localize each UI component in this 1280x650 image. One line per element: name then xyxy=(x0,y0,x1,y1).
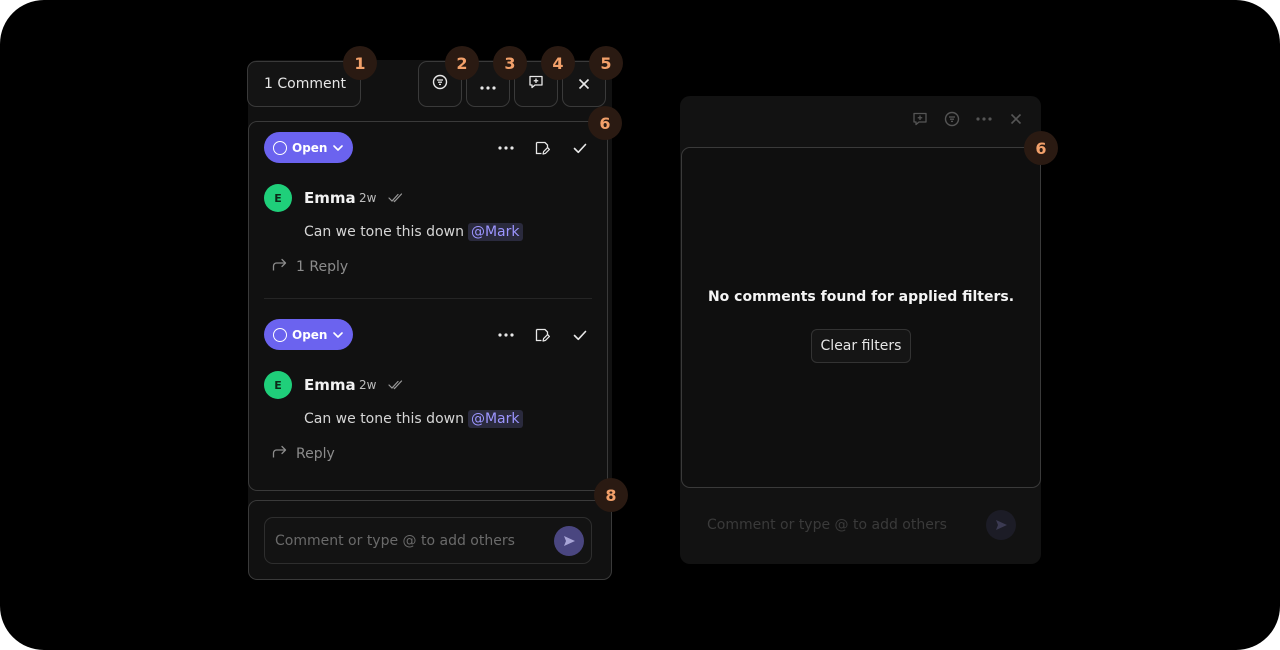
avatar: E xyxy=(264,184,292,212)
comment-message: Can we tone this down xyxy=(304,224,464,240)
check-icon[interactable] xyxy=(569,137,591,159)
check-icon[interactable] xyxy=(569,324,591,346)
annotation-badge: 5 xyxy=(589,46,623,80)
comment-text: Can we tone this down @Mark xyxy=(304,410,523,428)
comment-time: 2w xyxy=(359,378,377,392)
annotation-badge: 6 xyxy=(588,106,622,140)
reply-arrow-icon xyxy=(272,258,288,276)
reply-button[interactable]: Reply xyxy=(272,445,335,463)
status-circle-icon xyxy=(273,140,287,155)
send-button[interactable] xyxy=(986,510,1016,540)
filter-icon xyxy=(432,74,448,94)
annotation-badge: 6 xyxy=(1024,131,1058,165)
close-icon xyxy=(578,75,590,94)
filter-icon[interactable] xyxy=(941,108,963,130)
comment-count-label: 1 Comment xyxy=(264,76,346,92)
thread-divider xyxy=(264,298,592,299)
empty-comment-list xyxy=(681,147,1041,488)
empty-state-message: No comments found for applied filters. xyxy=(707,289,1015,305)
chevron-down-icon xyxy=(333,331,344,338)
status-dropdown[interactable]: Open xyxy=(264,319,353,350)
reply-label: 1 Reply xyxy=(296,259,349,275)
double-check-icon xyxy=(385,187,407,209)
more-horizontal-icon[interactable] xyxy=(495,324,517,346)
screen-frame: 1 Comment Open E Emma 2w Can we tone thi… xyxy=(0,0,1280,650)
more-horizontal-icon[interactable] xyxy=(973,108,995,130)
comment-message: Can we tone this down xyxy=(304,411,464,427)
clear-filters-label: Clear filters xyxy=(820,338,902,354)
annotation-badge: 4 xyxy=(541,46,575,80)
author-name: Emma xyxy=(304,376,356,394)
chevron-down-icon xyxy=(333,144,344,151)
avatar: E xyxy=(264,371,292,399)
add-comment-icon xyxy=(528,74,544,94)
sticky-note-edit-icon[interactable] xyxy=(531,137,553,159)
annotation-badge: 1 xyxy=(343,46,377,80)
author-name: Emma xyxy=(304,189,356,207)
status-dropdown[interactable]: Open xyxy=(264,132,353,163)
send-icon xyxy=(995,519,1008,531)
mention-link[interactable]: @Mark xyxy=(467,223,523,241)
send-icon xyxy=(563,535,576,547)
more-horizontal-icon xyxy=(480,75,496,94)
annotation-badge: 2 xyxy=(445,46,479,80)
mention-link[interactable]: @Mark xyxy=(467,410,523,428)
double-check-icon xyxy=(385,374,407,396)
annotation-badge: 8 xyxy=(594,478,628,512)
send-button[interactable] xyxy=(554,526,584,556)
more-horizontal-icon[interactable] xyxy=(495,137,517,159)
status-label: Open xyxy=(292,140,328,155)
close-icon[interactable] xyxy=(1005,108,1027,130)
comment-input[interactable] xyxy=(707,515,967,535)
reply-label: Reply xyxy=(296,446,335,462)
reply-arrow-icon xyxy=(272,445,288,463)
add-comment-icon[interactable] xyxy=(909,108,931,130)
comment-time: 2w xyxy=(359,191,377,205)
sticky-note-edit-icon[interactable] xyxy=(531,324,553,346)
clear-filters-button[interactable]: Clear filters xyxy=(811,329,911,363)
comment-text: Can we tone this down @Mark xyxy=(304,223,523,241)
status-circle-icon xyxy=(273,327,287,342)
comment-list xyxy=(248,121,608,491)
status-label: Open xyxy=(292,327,328,342)
comment-input[interactable] xyxy=(275,530,545,552)
annotation-badge: 3 xyxy=(493,46,527,80)
reply-button[interactable]: 1 Reply xyxy=(272,258,348,276)
